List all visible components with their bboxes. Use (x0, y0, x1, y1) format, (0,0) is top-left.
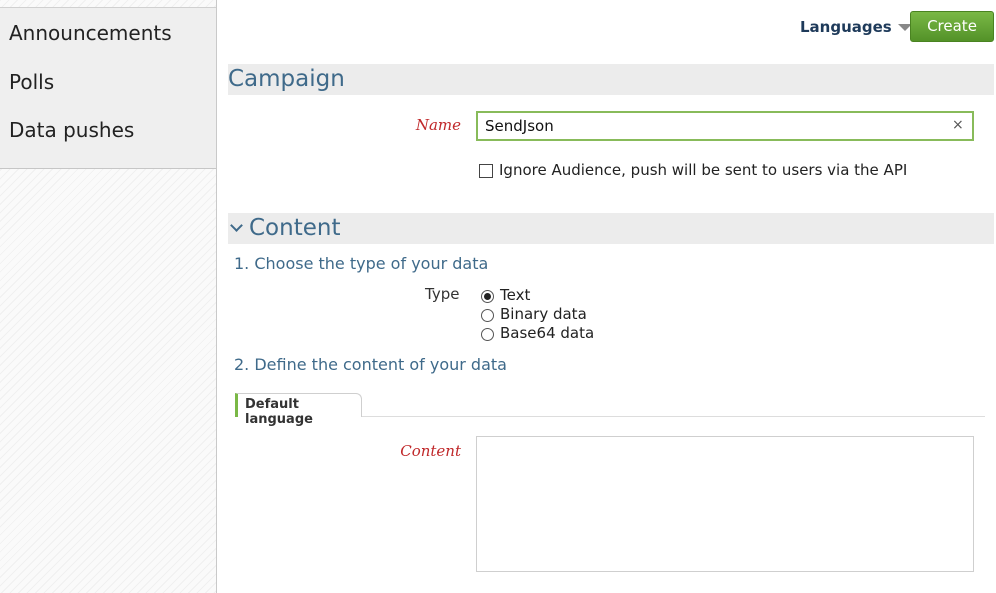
campaign-title: Campaign (228, 66, 345, 92)
name-label: Name (415, 116, 461, 134)
radio-text-label[interactable]: Text (500, 286, 530, 304)
ignore-audience-checkbox[interactable] (479, 164, 493, 178)
radio-base64-data-label[interactable]: Base64 data (500, 324, 594, 342)
content-textarea[interactable] (476, 436, 974, 572)
sidebar-item-announcements[interactable]: Announcements (9, 21, 172, 45)
clear-icon[interactable]: × (952, 117, 964, 133)
sidebar-menu: Announcements Polls Data pushes (0, 7, 216, 169)
languages-label: Languages (800, 18, 892, 36)
create-button[interactable]: Create (910, 11, 994, 42)
content-label: Content (400, 442, 461, 460)
languages-dropdown[interactable]: Languages (800, 18, 912, 36)
name-field[interactable] (476, 111, 974, 141)
sidebar-item-data-pushes[interactable]: Data pushes (9, 118, 134, 142)
step-define-content-title: 2. Define the content of your data (234, 355, 507, 374)
step-choose-type-title: 1. Choose the type of your data (234, 254, 489, 273)
radio-base64-data[interactable] (481, 328, 494, 341)
content-title: Content (249, 215, 341, 241)
sidebar-item-polls[interactable]: Polls (9, 70, 54, 94)
sidebar: Announcements Polls Data pushes (0, 0, 217, 593)
radio-text[interactable] (481, 290, 494, 303)
radio-binary-data-label[interactable]: Binary data (500, 305, 587, 323)
chevron-down-icon (230, 219, 243, 232)
type-label: Type (425, 285, 460, 303)
content-section-header[interactable]: Content (228, 213, 994, 244)
ignore-audience-label: Ignore Audience, push will be sent to us… (499, 161, 908, 179)
radio-binary-data[interactable] (481, 309, 494, 322)
tab-default-language[interactable]: Default language (235, 393, 362, 427)
campaign-section-header: Campaign (228, 64, 994, 95)
main-panel: Languages Create Campaign Name × Ignore … (217, 0, 996, 593)
